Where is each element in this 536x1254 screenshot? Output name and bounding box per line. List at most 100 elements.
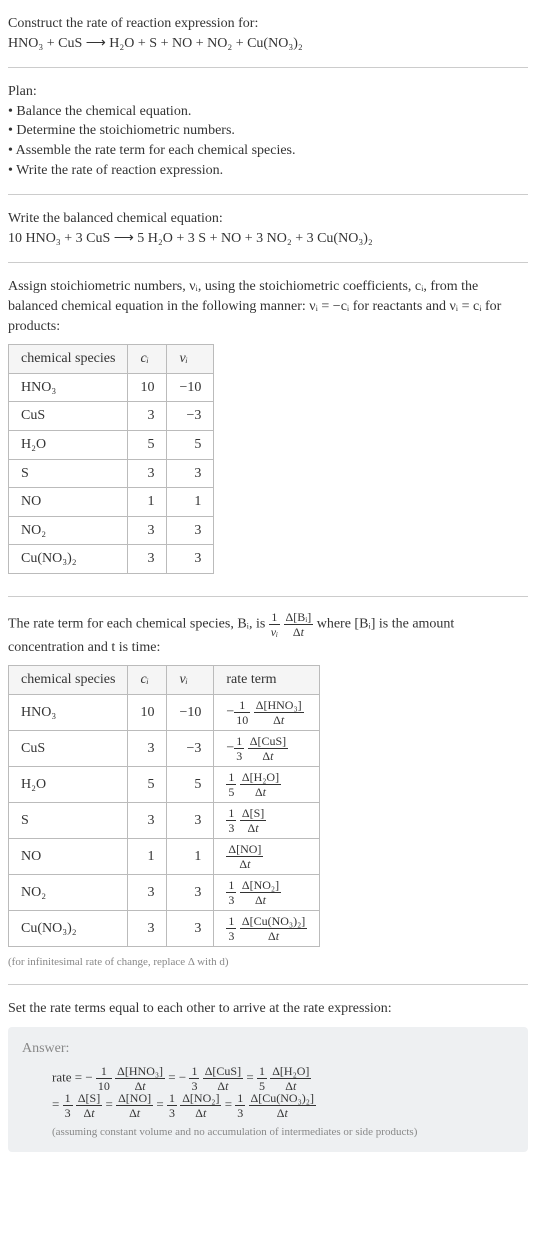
cell-v: −10 [167, 373, 214, 402]
col-c: cᵢ [128, 345, 167, 374]
final-section: Set the rate terms equal to each other t… [8, 993, 528, 1158]
cell-c: 3 [128, 545, 167, 574]
table-row: CuS 3 −3 [9, 402, 214, 431]
cell-v: 3 [167, 875, 214, 911]
cell-c: 10 [128, 695, 167, 731]
cell-species: CuS [9, 731, 128, 767]
rateterm-intro: The rate term for each chemical species,… [8, 611, 528, 658]
cell-c: 5 [128, 767, 167, 803]
plan-step: • Balance the chemical equation. [8, 102, 528, 122]
col-v: νᵢ [167, 345, 214, 374]
col-species: chemical species [9, 345, 128, 374]
plan-step: • Assemble the rate term for each chemic… [8, 141, 528, 161]
cell-c: 3 [128, 402, 167, 431]
answer-label: Answer: [22, 1039, 514, 1059]
cell-v: −3 [167, 402, 214, 431]
cell-species: CuS [9, 402, 128, 431]
stoich-intro: Assign stoichiometric numbers, νᵢ, using… [8, 277, 528, 336]
cell-c: 3 [128, 911, 167, 947]
cell-species: NO₂ [9, 516, 128, 545]
cell-v: 3 [167, 803, 214, 839]
cell-species: S [9, 459, 128, 488]
cell-species: S [9, 803, 128, 839]
cell-c: 3 [128, 459, 167, 488]
frac-dbi-dt: Δ[Bᵢ]Δt [284, 611, 314, 638]
balanced-section: Write the balanced chemical equation: 10… [8, 203, 528, 254]
rateterm-intro-prefix: The rate term for each chemical species,… [8, 617, 269, 632]
table-row: HNO₃ 10 −10 −110 Δ[HNO₃]Δt [9, 695, 320, 731]
cell-species: NO [9, 488, 128, 517]
table-row: Cu(NO₃)₂ 3 3 13 Δ[Cu(NO₃)₂]Δt [9, 911, 320, 947]
cell-species: NO₂ [9, 875, 128, 911]
col-c: cᵢ [128, 666, 167, 695]
table-row: H₂O 5 5 [9, 430, 214, 459]
table-header-row: chemical species cᵢ νᵢ rate term [9, 666, 320, 695]
cell-c: 10 [128, 373, 167, 402]
final-intro: Set the rate terms equal to each other t… [8, 999, 528, 1019]
table-row: H₂O 5 5 15 Δ[H₂O]Δt [9, 767, 320, 803]
stoich-section: Assign stoichiometric numbers, νᵢ, using… [8, 271, 528, 588]
plan-title: Plan: [8, 82, 528, 102]
cell-rate-term: 13 Δ[S]Δt [214, 803, 320, 839]
cell-c: 1 [128, 839, 167, 875]
cell-c: 3 [128, 803, 167, 839]
balanced-title: Write the balanced chemical equation: [8, 209, 528, 229]
table-row: NO 1 1 [9, 488, 214, 517]
table-row: S 3 3 [9, 459, 214, 488]
rateterm-note: (for infinitesimal rate of change, repla… [8, 955, 528, 970]
col-rate-term: rate term [214, 666, 320, 695]
cell-c: 1 [128, 488, 167, 517]
cell-v: 3 [167, 545, 214, 574]
cell-v: 5 [167, 430, 214, 459]
divider [8, 194, 528, 195]
stoich-table: chemical species cᵢ νᵢ HNO₃ 10 −10CuS 3 … [8, 344, 214, 574]
plan-step: • Determine the stoichiometric numbers. [8, 121, 528, 141]
cell-c: 3 [128, 731, 167, 767]
rateterm-section: The rate term for each chemical species,… [8, 605, 528, 977]
balanced-equation: 10 HNO₃ + 3 CuS ⟶ 5 H₂O + 3 S + NO + 3 N… [8, 229, 528, 249]
cell-species: NO [9, 839, 128, 875]
divider [8, 984, 528, 985]
table-row: NO₂ 3 3 [9, 516, 214, 545]
reaction-equation: HNO₃ + CuS ⟶ H₂O + S + NO + NO₂ + Cu(NO₃… [8, 34, 528, 54]
plan-section: Plan: • Balance the chemical equation. •… [8, 76, 528, 186]
table-row: NO₂ 3 3 13 Δ[NO₂]Δt [9, 875, 320, 911]
cell-rate-term: −110 Δ[HNO₃]Δt [214, 695, 320, 731]
cell-c: 3 [128, 875, 167, 911]
table-row: NO 1 1 Δ[NO]Δt [9, 839, 320, 875]
frac-one-over-nu: 1νᵢ [269, 611, 280, 638]
cell-v: 5 [167, 767, 214, 803]
col-v: νᵢ [167, 666, 214, 695]
answer-box: Answer: rate = − 110 Δ[HNO₃]Δt = − 13 Δ[… [8, 1027, 528, 1152]
rate-expression: rate = − 110 Δ[HNO₃]Δt = − 13 Δ[CuS]Δt =… [22, 1065, 514, 1119]
divider [8, 67, 528, 68]
cell-v: −10 [167, 695, 214, 731]
divider [8, 596, 528, 597]
cell-species: HNO₃ [9, 373, 128, 402]
cell-species: Cu(NO₃)₂ [9, 911, 128, 947]
cell-species: H₂O [9, 430, 128, 459]
divider [8, 262, 528, 263]
table-row: HNO₃ 10 −10 [9, 373, 214, 402]
cell-c: 3 [128, 516, 167, 545]
cell-v: 3 [167, 516, 214, 545]
header-section: Construct the rate of reaction expressio… [8, 8, 528, 59]
answer-note: (assuming constant volume and no accumul… [22, 1125, 514, 1140]
cell-v: 1 [167, 488, 214, 517]
cell-v: 3 [167, 911, 214, 947]
cell-v: −3 [167, 731, 214, 767]
cell-v: 1 [167, 839, 214, 875]
cell-species: HNO₃ [9, 695, 128, 731]
plan-step: • Write the rate of reaction expression. [8, 161, 528, 181]
table-row: CuS 3 −3 −13 Δ[CuS]Δt [9, 731, 320, 767]
table-row: S 3 3 13 Δ[S]Δt [9, 803, 320, 839]
table-header-row: chemical species cᵢ νᵢ [9, 345, 214, 374]
table-row: Cu(NO₃)₂ 3 3 [9, 545, 214, 574]
cell-rate-term: 13 Δ[Cu(NO₃)₂]Δt [214, 911, 320, 947]
cell-species: H₂O [9, 767, 128, 803]
cell-v: 3 [167, 459, 214, 488]
cell-rate-term: 15 Δ[H₂O]Δt [214, 767, 320, 803]
col-species: chemical species [9, 666, 128, 695]
cell-c: 5 [128, 430, 167, 459]
cell-rate-term: Δ[NO]Δt [214, 839, 320, 875]
